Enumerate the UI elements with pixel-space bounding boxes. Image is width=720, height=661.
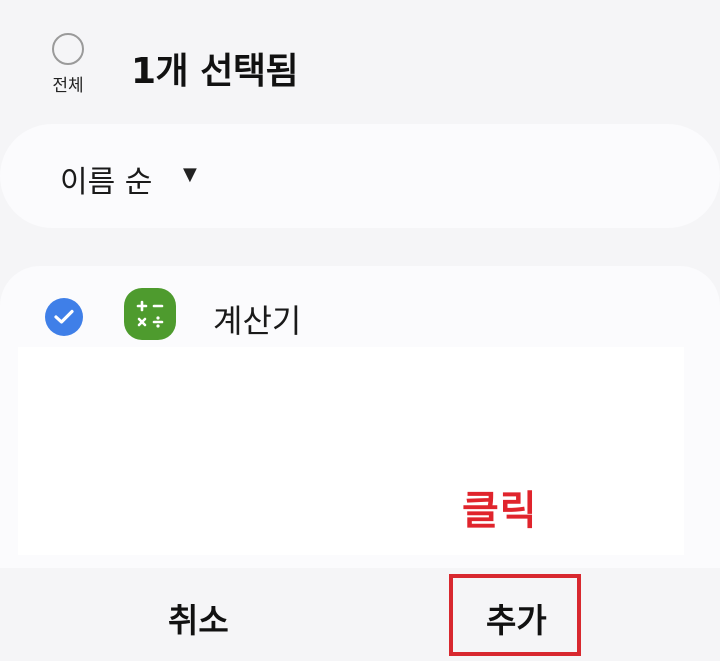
empty-list-area [18,347,684,555]
calculator-icon [124,288,176,340]
sort-dropdown[interactable]: 이름 순 [60,157,152,201]
header: 전체 1개 선택됨 [0,0,720,110]
selected-count-title: 1개 선택됨 [131,51,299,92]
caret-down-icon[interactable]: ▼ [183,164,197,185]
checkbox-checked-icon[interactable] [45,298,83,336]
sort-card: 이름 순 ▼ [0,124,720,228]
highlight-box [449,574,581,656]
click-annotation-label: 클릭 [462,488,538,534]
select-all-toggle[interactable]: 전체 [44,33,92,96]
select-all-radio[interactable] [52,33,84,65]
select-all-label: 전체 [52,76,84,96]
cancel-button[interactable]: 취소 [168,594,229,642]
list-item-calculator-label[interactable]: 계산기 [213,296,301,342]
bottom-action-bar: 취소 추가 [0,568,720,661]
